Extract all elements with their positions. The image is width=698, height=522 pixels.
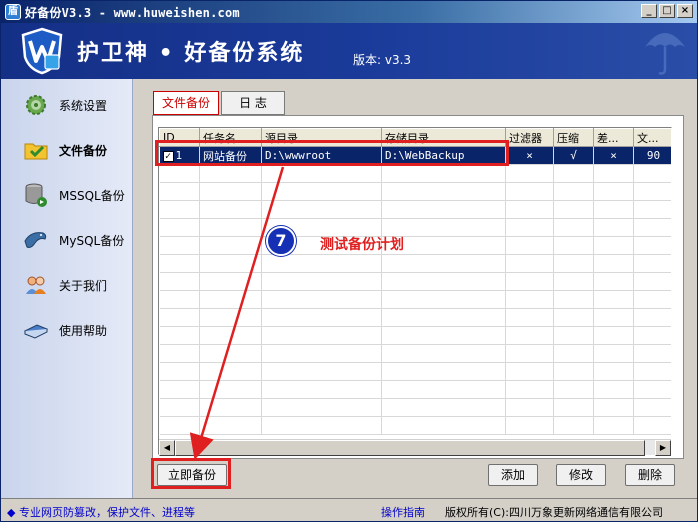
table-row	[159, 308, 671, 327]
folder-icon	[24, 143, 48, 160]
window-title: 好备份V3.3 - www.huweishen.com	[25, 6, 240, 20]
table-row	[159, 398, 671, 417]
sidebar-item-about-us[interactable]: 关于我们	[1, 265, 133, 305]
close-button[interactable]: ×	[677, 4, 693, 18]
table-row	[159, 380, 671, 399]
sidebar-item-label: MSSQL备份	[59, 188, 125, 203]
task-list[interactable]: ID 任务名 源目录 存储目录 过滤器 压缩 差... 文... ✓ 1 网站备份…	[158, 127, 672, 455]
status-copyright: 版权所有(C):四川万象更新网络通信有限公司	[445, 506, 663, 519]
tab-log[interactable]: 日 志	[221, 91, 286, 115]
database-icon	[25, 183, 47, 207]
cell-filter: ×	[505, 146, 554, 165]
col-header-id[interactable]: ID	[159, 128, 200, 147]
table-row	[159, 254, 671, 273]
table-row	[159, 164, 671, 183]
horizontal-scrollbar[interactable]: ◀ ▶	[159, 439, 671, 456]
umbrella-icon	[645, 33, 685, 75]
col-header-diff[interactable]: 差...	[593, 128, 634, 147]
table-row	[159, 182, 671, 201]
app-window: 盾 好备份V3.3 - www.huweishen.com _ □ × 护卫神 …	[0, 0, 698, 522]
table-row	[159, 326, 671, 345]
sidebar-item-help[interactable]: 使用帮助	[1, 310, 133, 350]
table-row	[159, 290, 671, 309]
col-header-source-dir[interactable]: 源目录	[261, 128, 382, 147]
annotation-step-number: 7	[266, 226, 296, 256]
backup-now-button[interactable]: 立即备份	[157, 464, 227, 486]
dolphin-icon	[24, 232, 47, 248]
brand-title: 护卫神 • 好备份系统	[77, 41, 305, 66]
sidebar-item-label: 系统设置	[59, 98, 108, 113]
table-row	[159, 344, 671, 363]
status-guide-link[interactable]: 操作指南	[381, 504, 425, 520]
status-bar: ◆ 专业网页防篡改，保护文件、进程等 操作指南 版权所有(C):四川万象更新网络…	[1, 498, 697, 521]
app-shield-icon: 盾	[5, 4, 21, 20]
gear-icon	[26, 95, 46, 115]
task-table: ID 任务名 源目录 存储目录 过滤器 压缩 差... 文... ✓ 1 网站备份…	[159, 128, 671, 435]
sidebar-item-label: 文件备份	[59, 143, 108, 158]
cell-file: 90	[633, 146, 671, 165]
delete-button[interactable]: 删除	[625, 464, 675, 486]
scroll-right-icon[interactable]: ▶	[655, 440, 671, 456]
sidebar-item-mysql-backup[interactable]: MySQL备份	[1, 220, 133, 260]
sidebar-item-file-backup[interactable]: 文件备份	[1, 130, 133, 170]
sidebar-item-system-settings[interactable]: 系统设置	[1, 85, 133, 125]
tab-bar: 文件备份 日 志	[153, 91, 286, 115]
add-button[interactable]: 添加	[488, 464, 538, 486]
book-icon	[23, 324, 49, 339]
sidebar-nav: 系统设置 文件备份 MSSQL备份 MySQL备份 关于我们 使用帮助	[1, 79, 133, 499]
table-row	[159, 236, 671, 255]
table-header: ID 任务名 源目录 存储目录 过滤器 压缩 差... 文...	[159, 128, 671, 147]
cell-source-dir: D:\wwwroot	[261, 146, 382, 165]
table-row	[159, 218, 671, 237]
col-header-filter[interactable]: 过滤器	[505, 128, 554, 147]
sidebar-item-label: 使用帮助	[59, 323, 108, 338]
window-controls: _ □ ×	[641, 4, 693, 18]
scroll-thumb[interactable]	[175, 440, 645, 456]
maximize-button[interactable]: □	[659, 4, 675, 18]
table-row	[159, 272, 671, 291]
cell-storage-dir: D:\WebBackup	[381, 146, 506, 165]
table-row	[159, 200, 671, 219]
sidebar-item-label: MySQL备份	[59, 233, 125, 248]
col-header-task-name[interactable]: 任务名	[199, 128, 262, 147]
table-row	[159, 362, 671, 381]
row-id: 1	[175, 149, 183, 162]
row-checkbox[interactable]: ✓	[162, 150, 174, 162]
title-bar[interactable]: 盾 好备份V3.3 - www.huweishen.com _ □ ×	[1, 1, 697, 23]
header-banner: 护卫神 • 好备份系统 版本: v3.3	[1, 23, 697, 79]
version-label: 版本: v3.3	[353, 53, 412, 67]
table-row[interactable]: ✓ 1 网站备份 D:\wwwroot D:\WebBackup × √ × 90	[159, 146, 671, 165]
status-promo-link[interactable]: ◆ 专业网页防篡改，保护文件、进程等	[7, 504, 195, 520]
shield-logo-icon	[21, 27, 63, 75]
minimize-button[interactable]: _	[641, 4, 657, 18]
cell-task-name: 网站备份	[199, 146, 262, 165]
people-icon	[26, 276, 46, 294]
col-header-file[interactable]: 文...	[633, 128, 671, 147]
cell-compress: √	[553, 146, 594, 165]
col-header-storage-dir[interactable]: 存储目录	[381, 128, 506, 147]
edit-button[interactable]: 修改	[556, 464, 606, 486]
col-header-compress[interactable]: 压缩	[553, 128, 594, 147]
tab-file-backup[interactable]: 文件备份	[153, 91, 220, 115]
annotation-caption: 测试备份计划	[320, 237, 404, 253]
cell-id: ✓ 1	[159, 146, 200, 165]
table-row	[159, 416, 671, 435]
scroll-left-icon[interactable]: ◀	[159, 440, 175, 456]
sidebar-item-mssql-backup[interactable]: MSSQL备份	[1, 175, 133, 215]
cell-diff: ×	[593, 146, 634, 165]
sidebar-item-label: 关于我们	[59, 278, 108, 293]
